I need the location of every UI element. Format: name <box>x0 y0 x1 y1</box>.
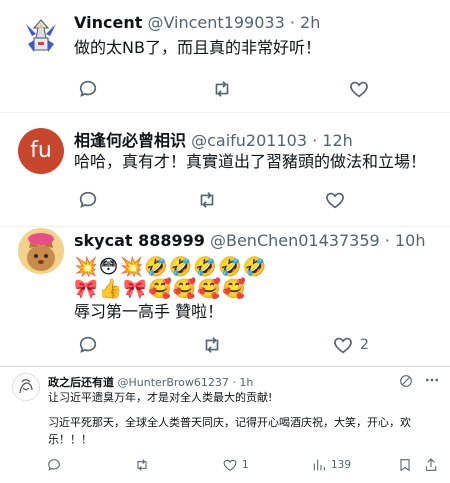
reply-icon <box>79 191 97 208</box>
retweet-button[interactable] <box>211 78 233 100</box>
heart-icon <box>326 192 344 209</box>
reply-icon <box>79 336 97 353</box>
emoji-line: 🎀👍🎀🥰🥰🥰🥰 <box>74 278 247 300</box>
heart-icon <box>223 459 237 471</box>
views-button[interactable]: 139 <box>311 457 351 473</box>
reply-button[interactable] <box>77 334 99 356</box>
tweet-text: 做的太NB了，而且真的非常好听！ <box>74 38 321 57</box>
emoji-line: 💥😳💥🤣🤣🤣🤣🤣 <box>74 256 268 278</box>
reply-icon <box>79 80 97 97</box>
cat-avatar[interactable] <box>18 228 64 274</box>
grok-icon <box>400 375 412 387</box>
action-bar <box>0 189 450 211</box>
reply-icon <box>48 459 60 471</box>
reply-button[interactable] <box>46 457 62 473</box>
author-handle[interactable]: @BenChen01437359 <box>210 231 380 250</box>
views-icon <box>313 459 325 471</box>
sketch-avatar[interactable] <box>12 373 40 401</box>
separator: · <box>289 13 295 32</box>
retweet-button[interactable] <box>196 189 218 211</box>
like-count: 1 <box>242 459 249 471</box>
timestamp[interactable]: 12h <box>322 131 353 150</box>
tweet[interactable]: Vincent @Vincent199033 · 2h 做的太NB了，而且真的非… <box>0 0 450 112</box>
separator: · <box>232 376 236 389</box>
like-count: 2 <box>360 337 369 353</box>
tweet[interactable]: 政之后还有道 @HunterBrow61237 · 1h 让习近平遗臭万年，才是… <box>0 366 450 483</box>
action-bar: 1 139 <box>0 457 450 479</box>
retweet-icon <box>205 337 219 353</box>
bookmark-button[interactable] <box>397 457 413 473</box>
separator: · <box>312 131 318 150</box>
views-count: 139 <box>331 459 352 471</box>
like-button[interactable]: 1 <box>222 457 249 473</box>
more-button[interactable] <box>424 372 440 388</box>
action-bar: 2 <box>0 334 450 356</box>
retweet-button[interactable] <box>134 457 150 473</box>
author-handle[interactable]: @HunterBrow61237 <box>118 376 229 389</box>
author-handle[interactable]: @Vincent199033 <box>147 13 284 32</box>
timestamp[interactable]: 10h <box>395 231 426 250</box>
tweet-text: 习近平死那天，全球全人类普天同庆，记得开心喝酒庆祝，大笑，开心，欢乐！！！ <box>48 416 411 446</box>
timestamp[interactable]: 2h <box>300 13 320 32</box>
grok-button[interactable] <box>398 373 414 389</box>
timestamp[interactable]: 1h <box>239 376 253 389</box>
share-button[interactable] <box>423 457 439 473</box>
author-name[interactable]: skycat 888999 <box>74 231 205 250</box>
reply-button[interactable] <box>77 189 99 211</box>
separator: · <box>384 231 390 250</box>
tweet-text: 让习近平遗臭万年，才是对全人类最大的贡献! <box>48 391 273 404</box>
author-name[interactable]: 相逢何必曾相识 <box>74 131 186 150</box>
author-handle[interactable]: @caifu201103 <box>191 131 307 150</box>
bookmark-icon <box>400 459 410 472</box>
heart-icon <box>350 81 368 98</box>
action-bar <box>0 78 450 100</box>
retweet-button[interactable] <box>201 334 223 356</box>
retweet-icon <box>200 192 214 208</box>
author-name[interactable]: 政之后还有道 <box>48 376 114 389</box>
like-button[interactable] <box>324 189 346 211</box>
like-button[interactable]: 2 <box>332 334 369 356</box>
like-button[interactable] <box>348 78 370 100</box>
robot-avatar[interactable] <box>18 14 64 60</box>
fu-avatar[interactable]: fu <box>18 128 64 174</box>
author-name[interactable]: Vincent <box>74 13 142 32</box>
more-icon <box>426 378 438 382</box>
tweet-text: 哈哈，真有才！真實道出了習豬頭的做法和立場！ <box>74 152 427 171</box>
retweet-icon <box>137 459 147 471</box>
heart-icon <box>334 337 352 354</box>
share-icon <box>425 458 437 471</box>
reply-button[interactable] <box>77 78 99 100</box>
tweet-text: 辱习第一高手 贊啦！ <box>74 302 224 321</box>
retweet-icon <box>215 81 229 97</box>
